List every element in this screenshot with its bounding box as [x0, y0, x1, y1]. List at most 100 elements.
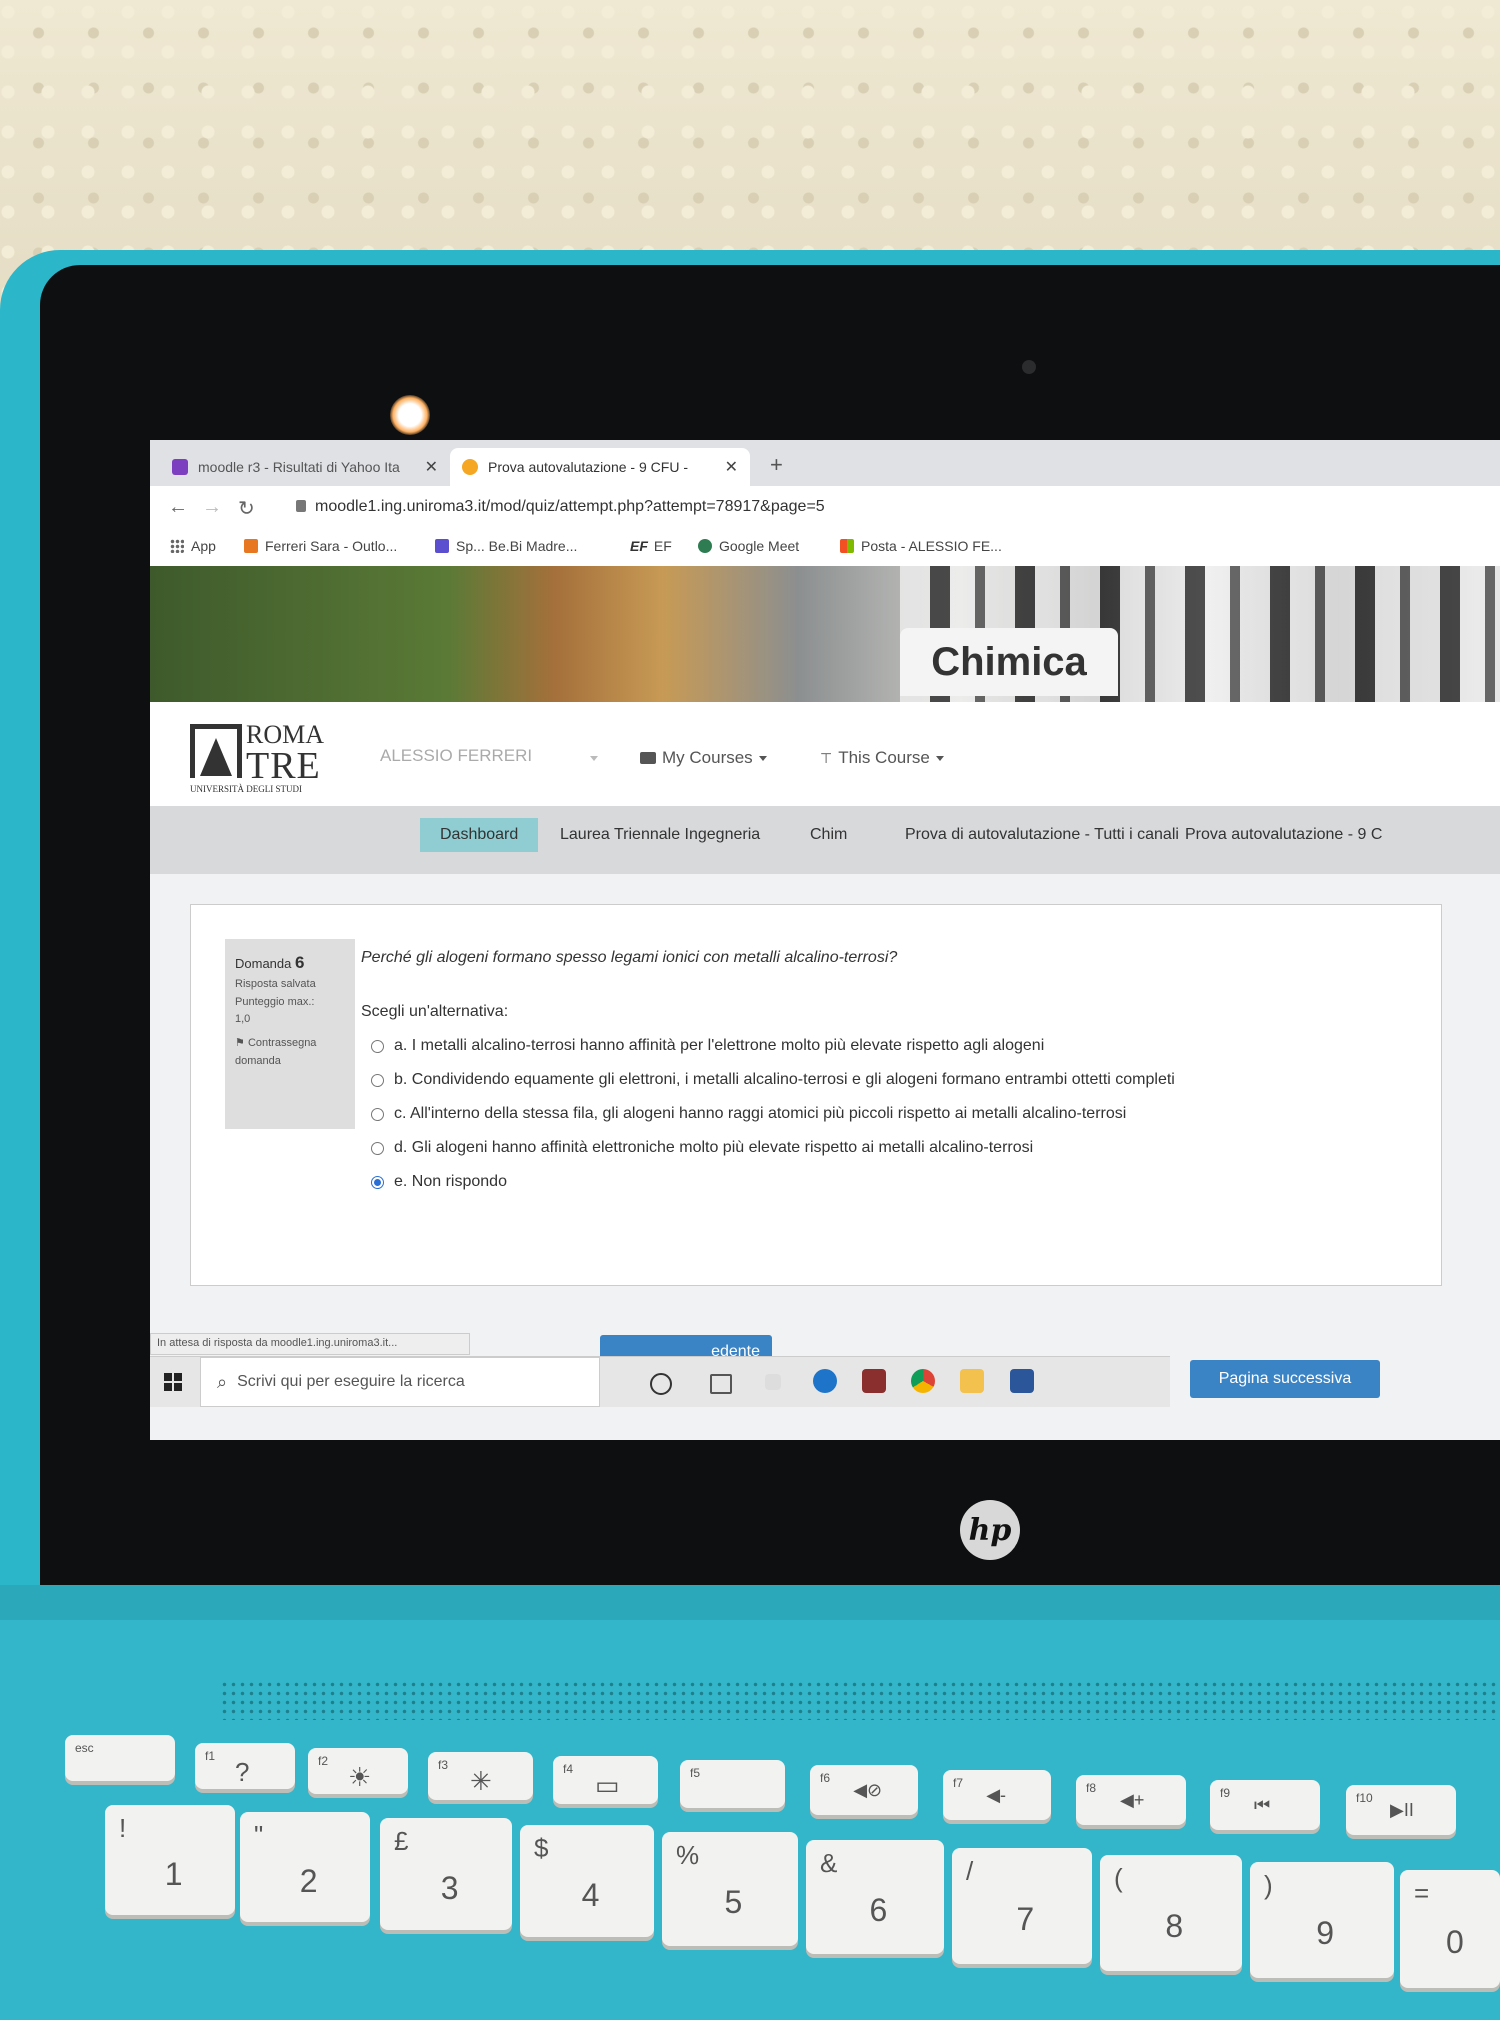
new-tab-button[interactable]: + [770, 452, 783, 478]
key-symbol: $ [534, 1833, 549, 1863]
course-banner: Chimica [150, 566, 1500, 702]
screen: moodle r3 - Risultati di Yahoo Ita ✕ Pro… [150, 440, 1500, 1440]
key-symbol: ( [1114, 1863, 1123, 1893]
breadcrumb-dashboard[interactable]: Dashboard [420, 818, 539, 852]
user-menu[interactable]: ALESSIO FERRERI [380, 746, 532, 766]
taskbar-search-placeholder: Scrivi qui per eseguire la ricerca [237, 1373, 465, 1390]
speaker-grille [220, 1680, 1500, 1720]
key-fn-label: f8 [1086, 1781, 1097, 1795]
breadcrumb-chim[interactable]: Chim [810, 826, 847, 844]
my-courses-menu[interactable]: My Courses [640, 748, 767, 768]
key-4[interactable]: $4 [520, 1825, 654, 1937]
radio-b[interactable] [371, 1073, 384, 1087]
microsoft-icon [840, 539, 854, 553]
key-number: 2 [299, 1862, 318, 1899]
cortana-icon[interactable] [650, 1373, 672, 1395]
answer-option-e[interactable]: e. Non rispondo [371, 1165, 1175, 1199]
chrome-icon[interactable] [911, 1369, 935, 1393]
key-number: 5 [724, 1884, 743, 1921]
key-number: 3 [440, 1869, 459, 1906]
key-5[interactable]: % 5 [662, 1832, 798, 1946]
tab-quiz[interactable]: Prova autovalutazione - 9 CFU - ✕ [450, 448, 750, 486]
key-f6[interactable]: f6 ◀⊘ [810, 1765, 918, 1815]
breadcrumb-prova-9cfu[interactable]: Prova autovalutazione - 9 C [1185, 826, 1382, 844]
key-2[interactable]: " 2 [240, 1812, 370, 1922]
key-0[interactable]: = 0 [1400, 1870, 1500, 1988]
windows-start-icon[interactable] [164, 1373, 182, 1391]
key-3[interactable]: £3 [380, 1818, 512, 1930]
bookmark-google-meet[interactable]: Google Meet [698, 538, 799, 554]
key-f9[interactable]: f9 ⏮ [1210, 1780, 1320, 1830]
key-f2[interactable]: f2 ☀ [308, 1748, 408, 1794]
this-course-menu[interactable]: ⊤ This Course [820, 748, 944, 768]
key-f5[interactable]: f5 [680, 1760, 785, 1808]
key-number: 9 [1316, 1915, 1335, 1952]
flag-question[interactable]: ⚑ Contrassegna domanda [235, 1035, 345, 1070]
tab-yahoo[interactable]: moodle r3 - Risultati di Yahoo Ita ✕ [160, 448, 450, 486]
key-9[interactable]: ) 9 [1250, 1862, 1394, 1978]
answer-list: a. I metalli alcalino-terrosi hanno affi… [371, 1029, 1175, 1199]
radio-a[interactable] [371, 1039, 384, 1053]
answer-text: c. All'interno della stessa fila, gli al… [394, 1105, 1127, 1122]
bookmark-label: EF [653, 538, 672, 554]
bookmark-ef[interactable]: EF EF [630, 538, 672, 554]
roma-tre-logo[interactable]: ROMA TRE UNIVERSITÀ DEGLI STUDI [190, 720, 324, 794]
back-icon[interactable]: ← [168, 496, 188, 519]
breadcrumb-laurea[interactable]: Laurea Triennale Ingegneria [560, 826, 760, 844]
question-text: Perché gli alogeni formano spesso legami… [361, 949, 898, 966]
key-f8[interactable]: f8 ◀+ [1076, 1775, 1186, 1825]
bookmark-posta[interactable]: Posta - ALESSIO FE... [840, 538, 1002, 554]
key-f4[interactable]: f4 ▭ [553, 1756, 658, 1804]
key-6[interactable]: & 6 [806, 1840, 944, 1954]
key-fn-label: f6 [820, 1771, 831, 1785]
reload-icon[interactable]: ↻ [238, 496, 255, 521]
media-icon[interactable] [862, 1369, 886, 1393]
answer-option-a[interactable]: a. I metalli alcalino-terrosi hanno affi… [371, 1029, 1175, 1063]
close-icon[interactable]: ✕ [425, 457, 438, 477]
hp-logo: hp [960, 1500, 1020, 1560]
answer-option-d[interactable]: d. Gli alogeni hanno affinità elettronic… [371, 1131, 1175, 1165]
bookmark-apps[interactable]: App [170, 538, 216, 554]
key-1[interactable]: ! 1 [105, 1805, 235, 1915]
key-f3[interactable]: f3 ✳ [428, 1752, 533, 1800]
key-7[interactable]: /7 [952, 1848, 1092, 1964]
forward-icon[interactable]: → [202, 496, 222, 519]
bookmark-outlook[interactable]: Ferreri Sara - Outlo... [244, 538, 397, 554]
answer-option-c[interactable]: c. All'interno della stessa fila, gli al… [371, 1097, 1175, 1131]
key-f1[interactable]: f1? [195, 1743, 295, 1789]
key-number: 6 [869, 1892, 888, 1929]
task-view-icon[interactable] [710, 1374, 732, 1394]
key-esc[interactable]: esc [65, 1735, 175, 1781]
url-field[interactable]: moodle1.ing.uniroma3.it/mod/quiz/attempt… [315, 498, 825, 516]
key-number: 8 [1165, 1908, 1184, 1945]
moodle-icon [462, 459, 478, 475]
key-symbol: % [676, 1840, 700, 1870]
key-f10[interactable]: f10 ▶II [1346, 1785, 1456, 1835]
radio-e[interactable] [371, 1175, 384, 1189]
google-meet-icon [698, 539, 712, 553]
bookmarks-bar: App Ferreri Sara - Outlo... Sp... Be.Bi … [150, 530, 1500, 567]
key-label: ◀⊘ [853, 1780, 883, 1800]
laptop-hinge [0, 1585, 1500, 1625]
radio-c[interactable] [371, 1107, 384, 1121]
taskbar-search[interactable]: ⌕ Scrivi qui per eseguire la ricerca [200, 1357, 600, 1407]
answer-option-b[interactable]: b. Condividendo equamente gli elettroni,… [371, 1063, 1175, 1097]
edge-icon[interactable] [813, 1369, 837, 1393]
key-label: ◀- [986, 1785, 1007, 1805]
bookmark-bebi[interactable]: Sp... Be.Bi Madre... [435, 538, 577, 554]
course-title: Chimica [900, 628, 1118, 696]
key-label: ▶II [1390, 1800, 1414, 1820]
key-8[interactable]: (8 [1100, 1855, 1242, 1971]
close-icon[interactable]: ✕ [725, 457, 738, 477]
next-page-button[interactable]: Pagina successiva [1190, 1360, 1380, 1398]
user-menu-caret-icon[interactable] [590, 756, 598, 761]
key-fn-label: f2 [318, 1754, 329, 1768]
file-explorer-icon[interactable] [960, 1369, 984, 1393]
key-fn-label: f3 [438, 1758, 449, 1772]
key-f7[interactable]: f7 ◀- [943, 1770, 1051, 1820]
breadcrumb-prova-tutti[interactable]: Prova di autovalutazione - Tutti i canal… [905, 826, 1179, 844]
store-icon[interactable] [765, 1374, 781, 1390]
radio-d[interactable] [371, 1141, 384, 1155]
question-number-value: 6 [295, 953, 305, 972]
word-icon[interactable] [1010, 1369, 1034, 1393]
